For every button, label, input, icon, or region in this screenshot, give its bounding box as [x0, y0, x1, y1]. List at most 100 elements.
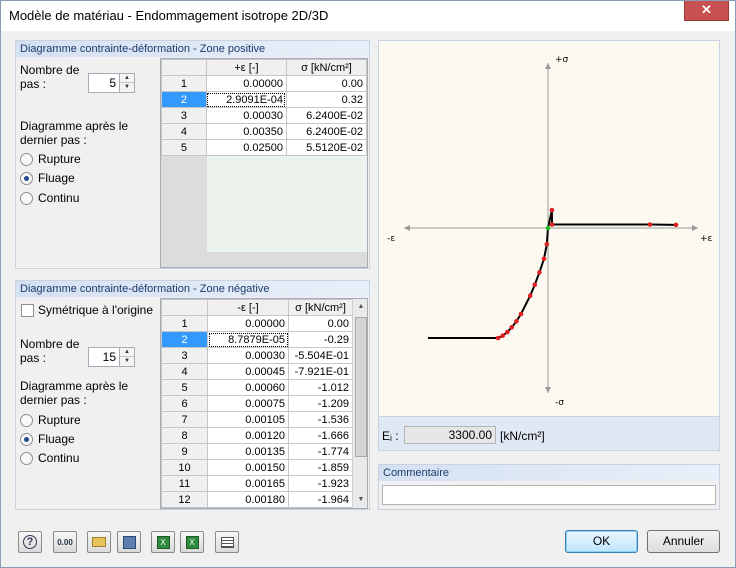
- stress-cell[interactable]: 6.2400E-02: [285, 107, 367, 124]
- strain-cell[interactable]: 0.00120: [207, 427, 289, 444]
- strain-cell[interactable]: 0.00165: [207, 475, 289, 492]
- row-number[interactable]: 3: [161, 347, 208, 364]
- row-number[interactable]: 5: [161, 139, 207, 156]
- table-row: 8 0.00120 -1.666: [161, 427, 353, 444]
- table-row: 4 0.00045 -7.921E-01: [161, 363, 353, 380]
- radio-button[interactable]: [20, 192, 33, 205]
- strain-cell[interactable]: 0.00135: [207, 443, 289, 460]
- radio-button[interactable]: [20, 452, 33, 465]
- radio-button[interactable]: [20, 433, 33, 446]
- stress-cell[interactable]: 0.32: [285, 91, 367, 108]
- negative-table: -ε [-] σ [kN/cm²] 1 0.00000 0.00 2 8.787…: [160, 298, 368, 509]
- save-button[interactable]: [117, 531, 141, 553]
- table-button[interactable]: [215, 531, 239, 553]
- column-header: +ε [-]: [205, 59, 287, 76]
- negative-steps-value: 15: [102, 350, 116, 364]
- strain-cell[interactable]: 0.00030: [205, 107, 287, 124]
- row-number[interactable]: 2: [161, 91, 207, 108]
- row-number[interactable]: 7: [161, 411, 208, 428]
- row-number[interactable]: 10: [161, 459, 208, 476]
- stress-cell[interactable]: -1.923: [288, 475, 353, 492]
- stepper-down-icon[interactable]: ▼: [120, 357, 134, 366]
- symmetric-checkbox[interactable]: [21, 304, 34, 317]
- negative-after-label: Diagramme après le: [20, 379, 129, 393]
- stress-cell[interactable]: 0.00: [288, 315, 353, 332]
- strain-cell[interactable]: 0.00150: [207, 459, 289, 476]
- strain-cell[interactable]: 0.00045: [207, 363, 289, 380]
- radio-button[interactable]: [20, 153, 33, 166]
- strain-cell[interactable]: 0.00105: [207, 411, 289, 428]
- strain-cell[interactable]: 0.00180: [207, 491, 289, 508]
- radio-label: Fluage: [38, 171, 75, 185]
- strain-cell[interactable]: 0.00060: [207, 379, 289, 396]
- stepper-down-icon[interactable]: ▼: [120, 83, 134, 92]
- stress-cell[interactable]: -1.209: [288, 395, 353, 412]
- row-number[interactable]: 5: [161, 379, 208, 396]
- row-number[interactable]: 3: [161, 107, 207, 124]
- stress-cell[interactable]: -5.504E-01: [288, 347, 353, 364]
- radio-label: Fluage: [38, 432, 75, 446]
- negative-steps-label-2: pas :: [20, 351, 47, 365]
- window-title: Modèle de matériau - Endommagement isotr…: [9, 8, 329, 23]
- negative-steps-arrows: ▲ ▼: [119, 348, 134, 366]
- stress-cell[interactable]: 6.2400E-02: [285, 123, 367, 140]
- strain-cell[interactable]: 0.00000: [207, 315, 289, 332]
- strain-cell[interactable]: 2.9091E-04: [205, 91, 287, 108]
- row-number[interactable]: 4: [161, 363, 208, 380]
- radio-label: Continu: [38, 451, 80, 465]
- stepper-up-icon[interactable]: ▲: [120, 348, 134, 357]
- export-excel-button[interactable]: X: [180, 531, 204, 553]
- row-number[interactable]: 6: [161, 395, 208, 412]
- data-point: [537, 270, 542, 275]
- close-button[interactable]: ✕: [684, 1, 729, 21]
- cancel-button[interactable]: Annuler: [647, 530, 720, 553]
- radio-label: Continu: [38, 191, 80, 205]
- scroll-down-icon[interactable]: ▼: [353, 492, 367, 508]
- stepper-up-icon[interactable]: ▲: [120, 74, 134, 83]
- stress-cell[interactable]: -1.536: [288, 411, 353, 428]
- stress-cell[interactable]: 5.5120E-02: [285, 139, 367, 156]
- scroll-up-icon[interactable]: ▲: [353, 299, 367, 315]
- ok-button[interactable]: OK: [565, 530, 638, 553]
- row-number[interactable]: 1: [161, 75, 207, 92]
- data-point: [544, 241, 550, 247]
- row-number[interactable]: 8: [161, 427, 208, 444]
- stress-cell[interactable]: -1.774: [288, 443, 353, 460]
- row-number[interactable]: 11: [161, 475, 208, 492]
- help-button[interactable]: ?: [18, 531, 42, 553]
- data-point: [518, 311, 524, 317]
- stress-cell[interactable]: -1.666: [288, 427, 353, 444]
- strain-cell[interactable]: 0.00030: [207, 347, 289, 364]
- table-row: 12 0.00180 -1.964: [161, 491, 353, 508]
- row-number[interactable]: 12: [161, 491, 208, 508]
- radio-button[interactable]: [20, 414, 33, 427]
- positive-steps-stepper[interactable]: 5 ▲ ▼: [88, 73, 135, 93]
- strain-cell[interactable]: 0.00075: [207, 395, 289, 412]
- row-number[interactable]: 1: [161, 315, 208, 332]
- import-excel-button[interactable]: X: [151, 531, 175, 553]
- stress-cell[interactable]: -1.859: [288, 459, 353, 476]
- strain-cell[interactable]: 0.02500: [205, 139, 287, 156]
- stress-cell[interactable]: -0.29: [288, 331, 353, 348]
- stress-cell[interactable]: -1.012: [288, 379, 353, 396]
- diagram-canvas: +σ -σ -ε +ε: [387, 55, 713, 408]
- scroll-thumb[interactable]: [355, 317, 367, 457]
- strain-cell[interactable]: 0.00000: [205, 75, 287, 92]
- units-button[interactable]: 0.00: [53, 531, 77, 553]
- table-scrollbar[interactable]: ▲ ▼: [352, 299, 367, 508]
- row-number[interactable]: 2: [161, 331, 208, 348]
- stress-strain-diagram: +σ -σ -ε +ε: [378, 40, 720, 417]
- stress-cell[interactable]: -1.964: [288, 491, 353, 508]
- row-number[interactable]: 9: [161, 443, 208, 460]
- open-button[interactable]: [87, 531, 111, 553]
- negative-steps-stepper[interactable]: 15 ▲ ▼: [88, 347, 135, 367]
- pos-eps-label: +ε: [700, 234, 713, 244]
- stress-cell[interactable]: -7.921E-01: [288, 363, 353, 380]
- row-number[interactable]: 4: [161, 123, 207, 140]
- strain-cell[interactable]: 8.7879E-05: [207, 331, 289, 348]
- radio-button[interactable]: [20, 172, 33, 185]
- negative-zone-panel: Diagramme contrainte-déformation - Zone …: [15, 280, 370, 510]
- stress-cell[interactable]: 0.00: [285, 75, 367, 92]
- comment-input[interactable]: [382, 485, 716, 505]
- strain-cell[interactable]: 0.00350: [205, 123, 287, 140]
